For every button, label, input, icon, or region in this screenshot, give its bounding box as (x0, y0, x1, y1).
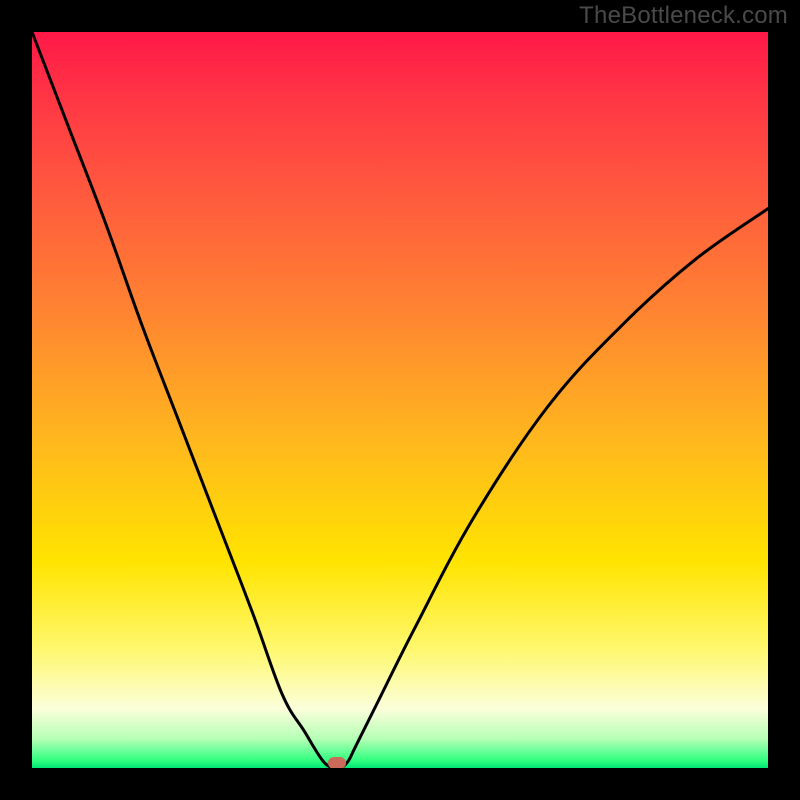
stage: TheBottleneck.com (0, 0, 800, 800)
bottleneck-curve (32, 32, 768, 768)
optimal-point-marker (328, 757, 346, 768)
curve-path (32, 32, 768, 768)
plot-frame (32, 32, 768, 768)
watermark-text: TheBottleneck.com (579, 2, 788, 30)
